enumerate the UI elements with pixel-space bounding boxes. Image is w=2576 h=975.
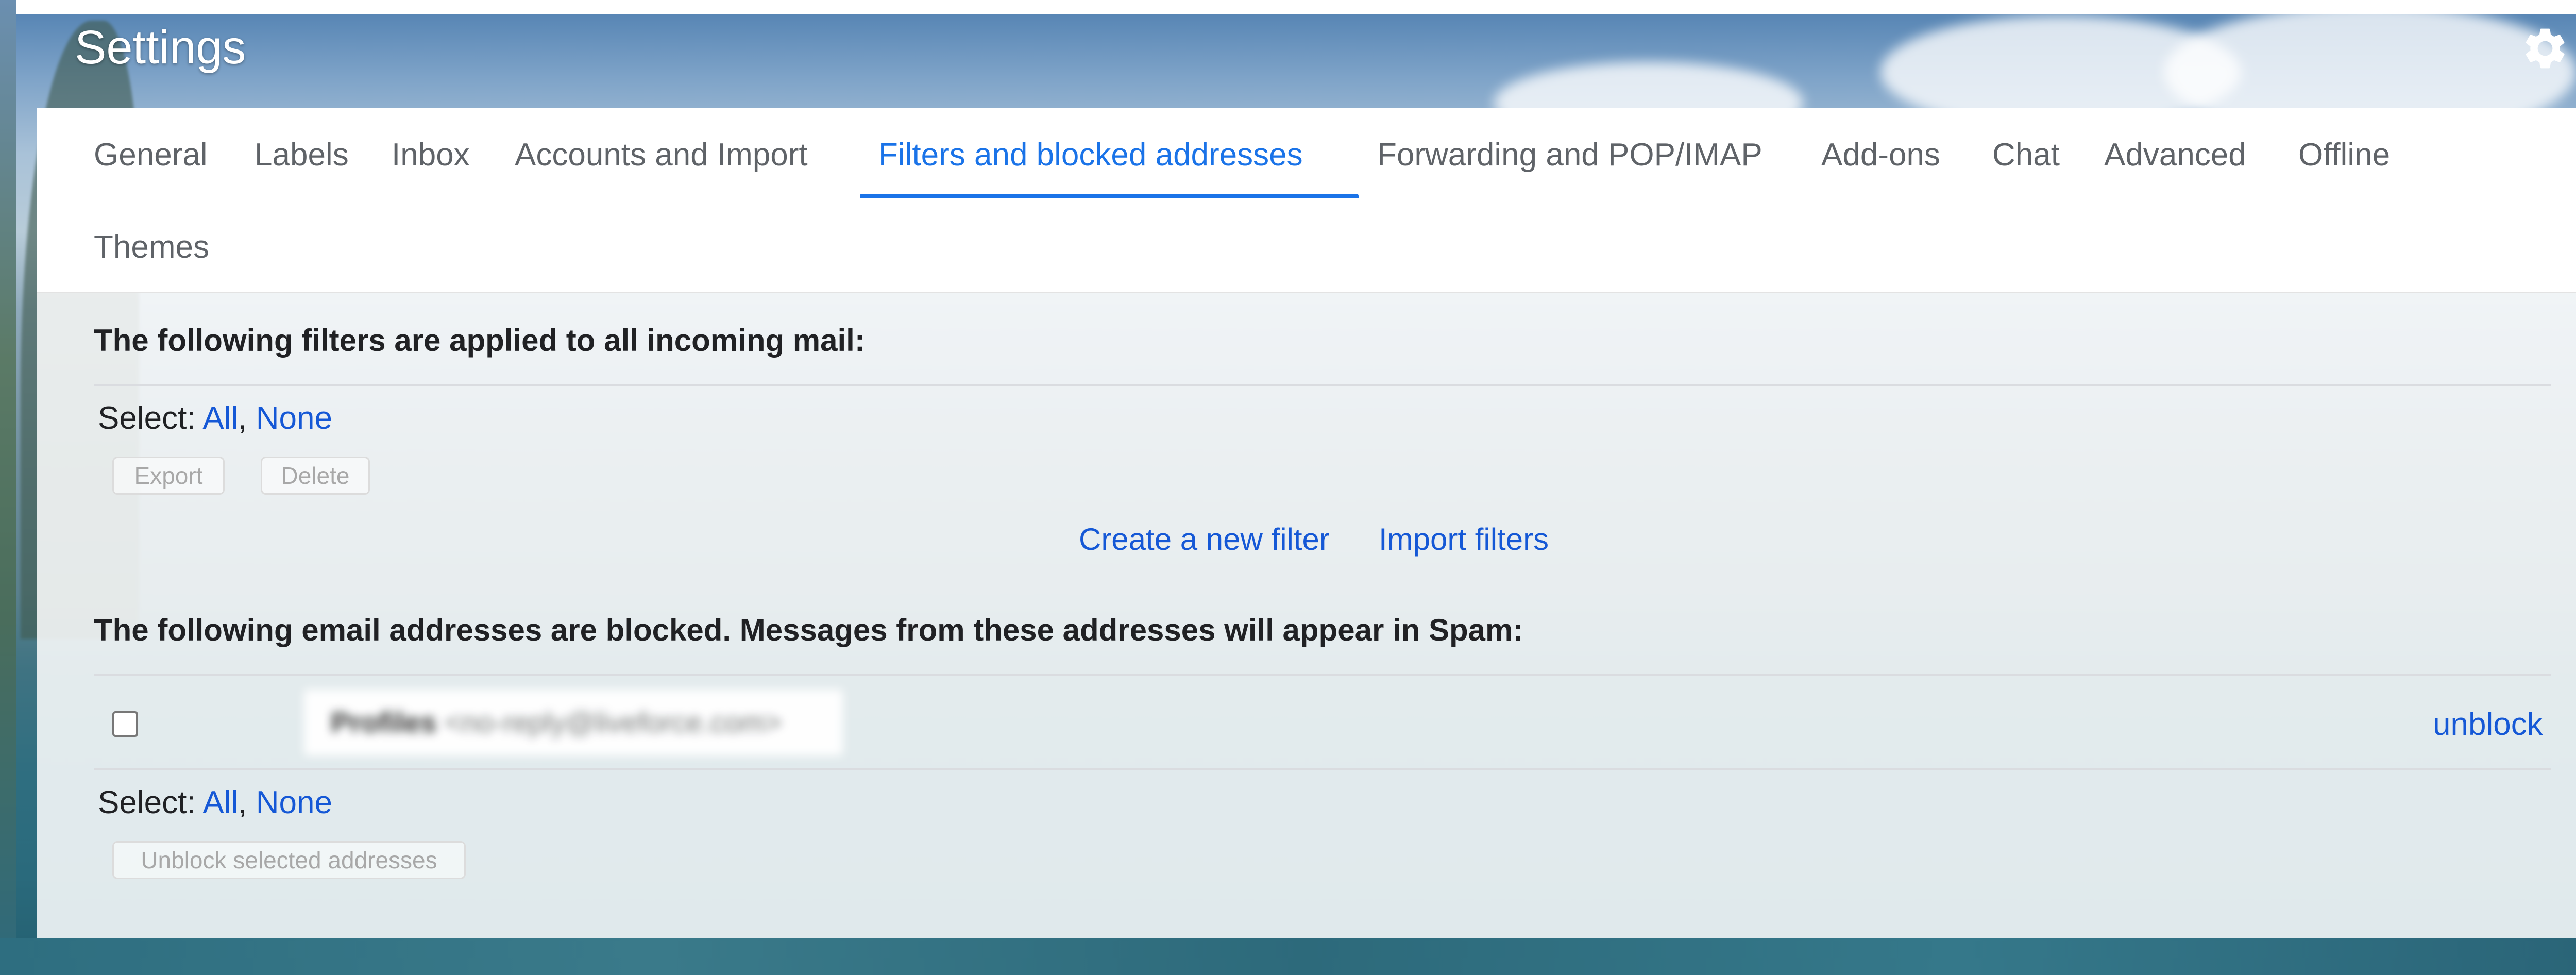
comma-separator: , <box>238 400 247 436</box>
tab-labels[interactable]: Labels <box>255 137 349 173</box>
blocked-sender-name: Profiles <box>331 706 437 738</box>
blocked-heading: The following email addresses are blocke… <box>94 613 1523 647</box>
tab-offline[interactable]: Offline <box>2298 137 2390 173</box>
tab-inbox[interactable]: Inbox <box>392 137 470 173</box>
page-title: Settings <box>75 21 246 74</box>
comma-separator: , <box>238 785 247 820</box>
blocked-sender-email: <no-reply@liveforce.com> <box>444 706 782 738</box>
tab-general[interactable]: General <box>94 137 208 173</box>
select-label: Select: <box>98 785 196 820</box>
create-filter-link[interactable]: Create a new filter <box>1079 522 1330 557</box>
gear-icon[interactable] <box>2520 24 2570 73</box>
select-label: Select: <box>98 400 196 436</box>
active-tab-indicator <box>860 194 1359 198</box>
unblock-selected-button[interactable]: Unblock selected addresses <box>112 841 466 879</box>
tab-accounts-and-import[interactable]: Accounts and Import <box>515 137 808 173</box>
select-none-link[interactable]: None <box>256 400 332 436</box>
select-all-link[interactable]: All <box>202 400 238 436</box>
blocked-bottom-divider <box>94 768 2551 770</box>
export-button[interactable]: Export <box>112 457 225 495</box>
blocked-select-line: Select: All, None <box>98 784 332 821</box>
background-water <box>0 938 2576 975</box>
tab-filters-and-blocked-addresses[interactable]: Filters and blocked addresses <box>878 137 1303 173</box>
tab-advanced[interactable]: Advanced <box>2104 137 2246 173</box>
filters-heading: The following filters are applied to all… <box>94 323 865 358</box>
tab-add-ons[interactable]: Add-ons <box>1821 137 1940 173</box>
unblock-link[interactable]: unblock <box>2433 706 2543 743</box>
import-filters-link[interactable]: Import filters <box>1379 522 1549 557</box>
filters-select-line: Select: All, None <box>98 400 332 436</box>
window-top-edge <box>0 0 2576 14</box>
delete-button[interactable]: Delete <box>261 457 370 495</box>
blocked-row-checkbox[interactable] <box>112 711 138 737</box>
tab-chat[interactable]: Chat <box>1992 137 2060 173</box>
select-all-link[interactable]: All <box>202 785 238 820</box>
blocked-address-blurred: Profiles <no-reply@liveforce.com> <box>304 690 843 755</box>
blocked-top-divider <box>94 674 2551 676</box>
settings-tabs <box>37 108 2576 293</box>
window-left-edge <box>0 0 16 975</box>
select-none-link[interactable]: None <box>256 785 332 820</box>
tab-forwarding-and-pop-imap[interactable]: Forwarding and POP/IMAP <box>1377 137 1762 173</box>
filters-divider <box>94 384 2551 386</box>
tab-themes[interactable]: Themes <box>94 229 209 265</box>
